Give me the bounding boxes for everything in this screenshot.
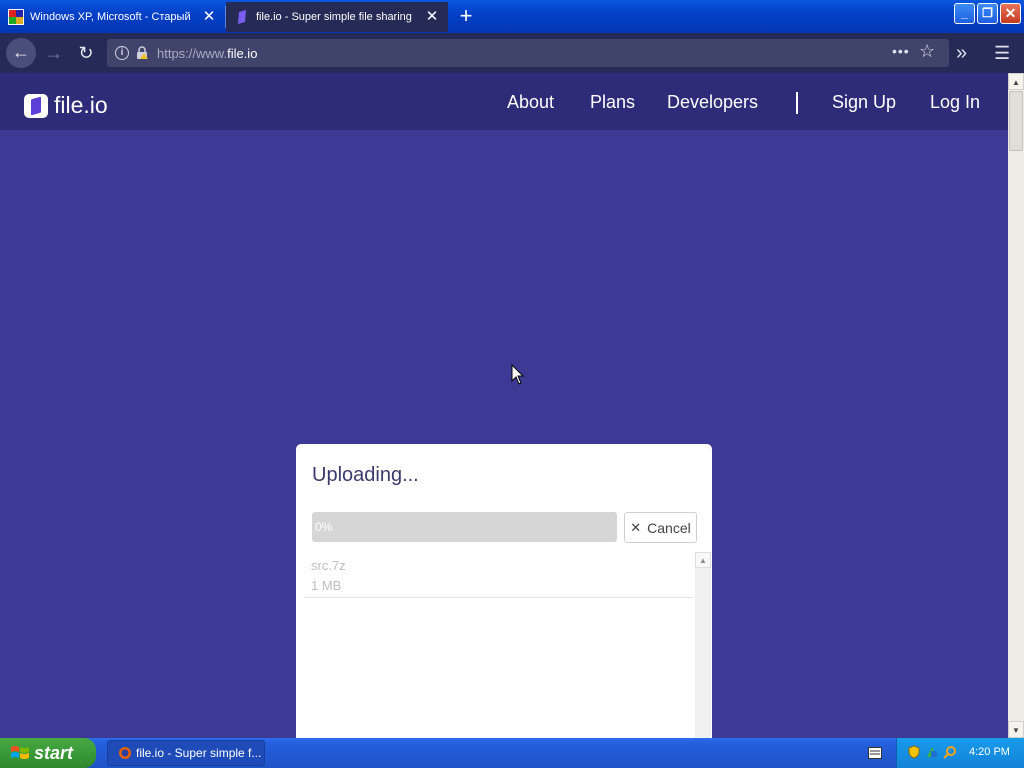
info-icon[interactable]: i: [115, 46, 129, 60]
scroll-up-arrow-icon[interactable]: ▲: [1008, 73, 1024, 90]
star-icon[interactable]: ☆: [919, 41, 935, 62]
url-prefix: https://www.: [157, 45, 228, 61]
browser-navbar: ← → ↻ i https://www. file.io ••• ☆ » ☰: [0, 33, 1024, 73]
overflow-icon[interactable]: »: [956, 39, 967, 67]
tab-close-icon[interactable]: ✕: [424, 9, 440, 25]
search-icon[interactable]: [943, 745, 957, 759]
file-list-scrollbar[interactable]: ▲: [695, 552, 711, 738]
list-item: src.7z 1 MB: [304, 552, 694, 598]
browser-titlebar: Windows XP, Microsoft - Старый к ✕ file.…: [0, 0, 1024, 33]
upload-title: Uploading...: [312, 464, 419, 486]
tab-title: Windows XP, Microsoft - Старый к: [30, 11, 190, 23]
file-name: src.7z: [311, 558, 346, 573]
nav-link-plans[interactable]: Plans: [590, 92, 635, 113]
nav-link-developers[interactable]: Developers: [667, 92, 758, 113]
close-icon: ✕: [630, 519, 642, 535]
keyboard-icon[interactable]: [868, 747, 882, 759]
url-bar[interactable]: i https://www. file.io ••• ☆: [107, 39, 949, 67]
tab-close-icon[interactable]: ✕: [201, 9, 217, 25]
site-header: file.io About Plans Developers Sign Up L…: [0, 73, 1008, 130]
retro-site-icon: [8, 9, 24, 25]
tab-title: file.io - Super simple file sharing: [256, 11, 412, 23]
scroll-down-arrow-icon[interactable]: ▼: [1008, 721, 1024, 738]
url-host: file.io: [227, 45, 258, 61]
page-scrollbar[interactable]: ▲ ▼: [1008, 73, 1024, 738]
taskbar-item-firefox[interactable]: file.io - Super simple f...: [107, 740, 265, 766]
tab-windows-xp[interactable]: Windows XP, Microsoft - Старый к ✕: [0, 2, 225, 32]
back-icon: ←: [12, 42, 30, 62]
nav-divider: [796, 92, 798, 114]
web-page: file.io About Plans Developers Sign Up L…: [0, 73, 1008, 738]
site-logo[interactable]: file.io: [24, 92, 108, 119]
nav-link-login[interactable]: Log In: [930, 92, 980, 113]
system-tray: 4:20 PM: [896, 738, 1024, 768]
upload-dialog: Uploading... 0% ✕ Cancel src.7z 1 MB ▲: [296, 444, 712, 738]
cancel-upload-button[interactable]: ✕ Cancel: [624, 512, 697, 543]
start-label: start: [34, 742, 74, 763]
start-button[interactable]: start: [0, 738, 96, 768]
more-icon[interactable]: •••: [892, 43, 910, 59]
forward-icon: →: [45, 43, 63, 63]
scroll-up-arrow-icon[interactable]: ▲: [695, 552, 711, 568]
upload-progress-label: 0%: [315, 520, 333, 534]
fileio-icon: [238, 10, 246, 24]
clock: 4:20 PM: [969, 746, 1010, 758]
scrollbar-thumb[interactable]: [1009, 91, 1023, 151]
mouse-pointer-icon: [511, 364, 525, 385]
taskbar: start file.io - Super simple f... 4:20 P…: [0, 738, 1024, 768]
upload-progress-bar: 0%: [312, 512, 617, 542]
fileio-logo-icon: [24, 93, 48, 118]
reload-button[interactable]: ↻: [72, 39, 100, 67]
restore-button[interactable]: ❐: [977, 3, 998, 24]
network-icon[interactable]: [925, 745, 939, 759]
tab-fileio[interactable]: file.io - Super simple file sharing ✕: [226, 2, 448, 32]
reload-icon: ↻: [78, 43, 94, 63]
back-button[interactable]: ←: [6, 38, 36, 68]
hamburger-icon[interactable]: ☰: [994, 39, 1010, 67]
forward-button[interactable]: →: [40, 39, 68, 67]
nav-link-about[interactable]: About: [507, 92, 554, 113]
new-tab-button[interactable]: +: [454, 5, 478, 27]
minimize-button[interactable]: _: [954, 3, 975, 24]
nav-link-signup[interactable]: Sign Up: [832, 92, 896, 113]
security-shield-icon[interactable]: [907, 745, 921, 759]
cancel-label: Cancel: [647, 519, 691, 536]
close-window-button[interactable]: ✕: [1000, 3, 1021, 24]
upload-file-list: src.7z 1 MB ▲: [304, 552, 711, 738]
file-size: 1 MB: [311, 578, 342, 593]
windows-flag-icon: [11, 746, 29, 759]
taskbar-item-label: file.io - Super simple f...: [136, 746, 262, 760]
firefox-icon: [119, 747, 131, 759]
logo-text: file.io: [54, 92, 108, 118]
lock-warning-icon[interactable]: [135, 46, 149, 60]
